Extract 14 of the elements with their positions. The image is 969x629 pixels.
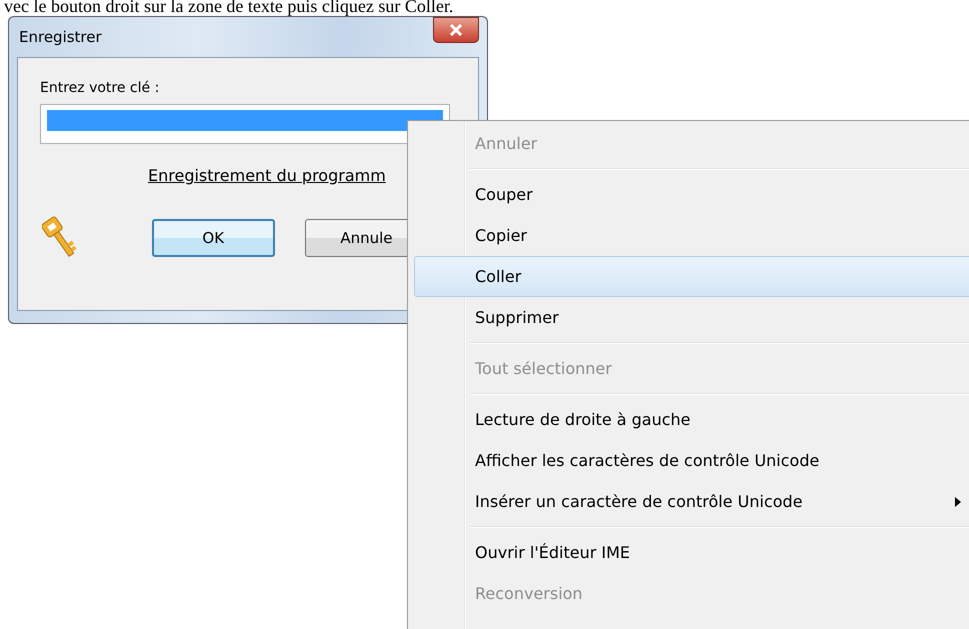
close-icon	[449, 24, 463, 36]
submenu-arrow-icon	[955, 496, 961, 506]
menu-item[interactable]: Coller	[414, 256, 969, 297]
window-title: Enregistrer	[18, 28, 102, 46]
menu-item[interactable]: Lecture de droite à gauche	[414, 399, 969, 440]
menu-item[interactable]: Insérer un caractère de contrôle Unicode	[414, 481, 969, 522]
dialog-button[interactable]: OK	[152, 219, 275, 257]
key-label: Entrez votre clé :	[40, 80, 160, 96]
menu-item[interactable]: Ouvrir l'Éditeur IME	[414, 532, 969, 573]
menu-item[interactable]: Couper	[414, 174, 969, 215]
menu-item[interactable]: Supprimer	[414, 297, 969, 338]
close-button[interactable]	[433, 17, 479, 43]
key-input-field[interactable]	[40, 104, 450, 144]
menu-item[interactable]: Afficher les caractères de contrôle Unicode	[414, 440, 969, 481]
